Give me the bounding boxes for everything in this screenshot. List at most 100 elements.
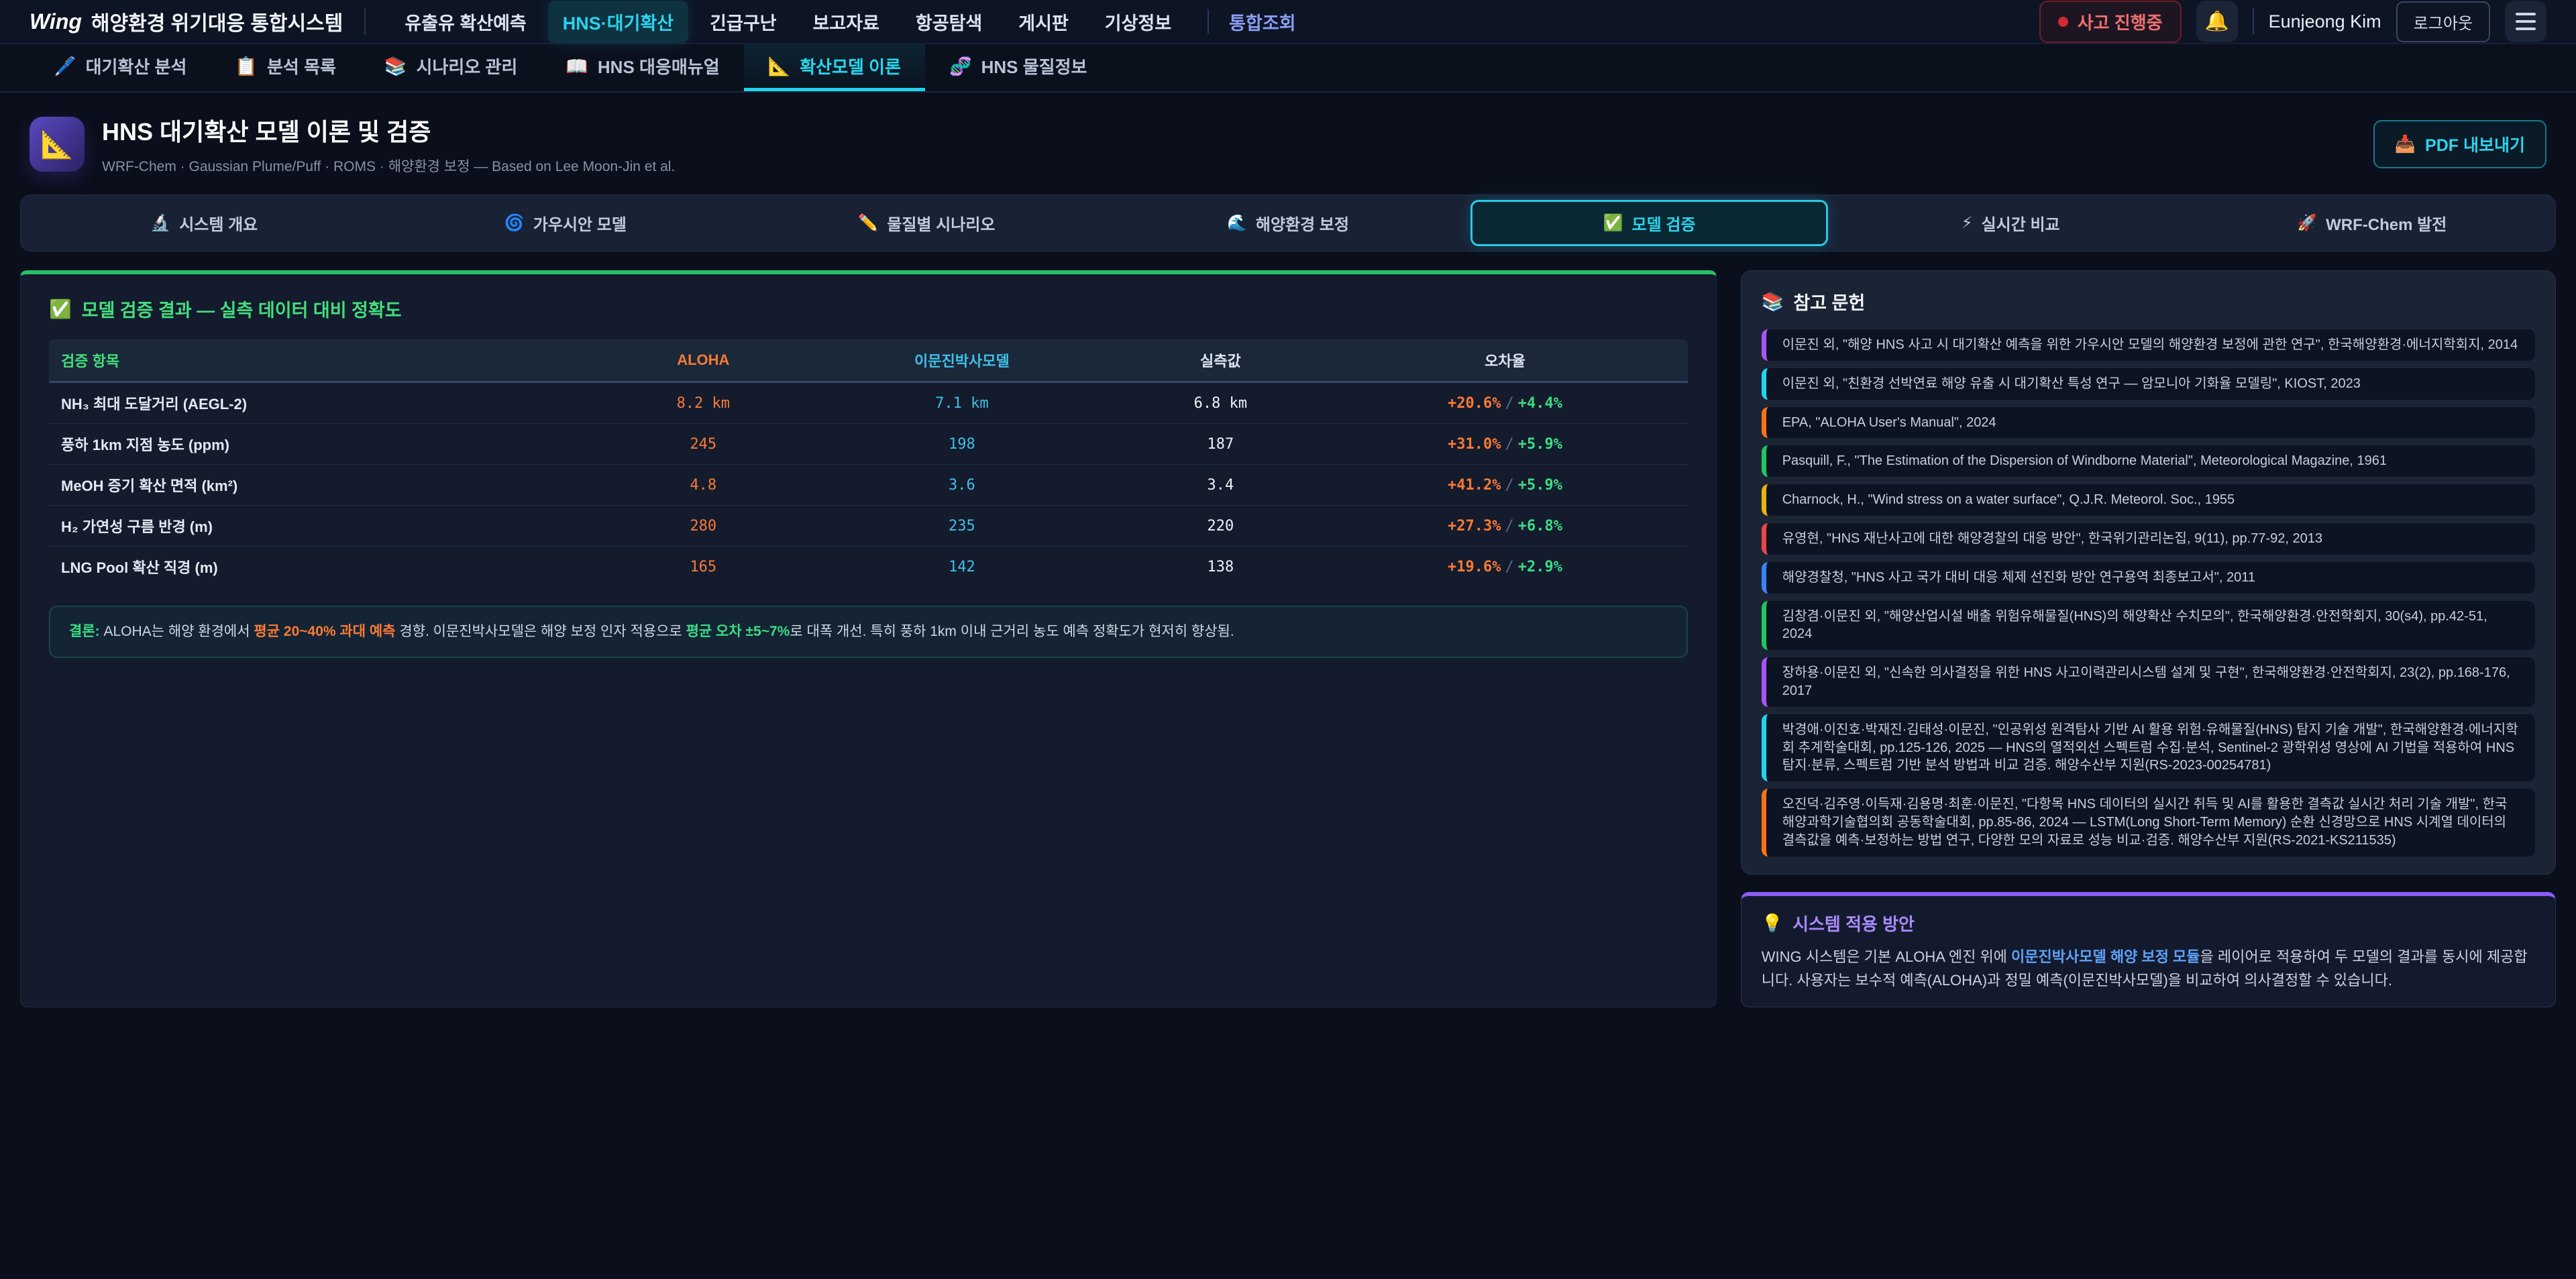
cell-aloha: 245	[601, 424, 805, 465]
cell-lee-model: 142	[805, 547, 1118, 588]
main-nav-item[interactable]: 유출유 확산예측	[390, 1, 541, 43]
books-icon: 📚	[384, 56, 407, 77]
reference-text: 김창겸·이문진 외, "해양산업시설 배출 위험유해물질(HNS)의 해양확산 …	[1782, 608, 2519, 644]
table-header-row: 검증 항목ALOHA이문진박사모델실측값오차율	[49, 339, 1688, 382]
header-right: 사고 진행중 🔔 Eunjeong Kim 로그아웃	[2039, 1, 2546, 43]
main-nav-item-label: 유출유 확산예측	[405, 9, 526, 35]
tab[interactable]: ✅ 모델 검증	[1470, 200, 1828, 246]
application-body: WING 시스템은 기본 ALOHA 엔진 위에 이문진박사모델 해양 보정 모…	[1762, 945, 2535, 992]
column-header: ALOHA	[601, 339, 805, 382]
tab[interactable]: 🌀 가우시안 모델	[387, 200, 745, 246]
check-icon: ✅	[49, 298, 72, 320]
main-nav-item[interactable]: 보고자료	[798, 1, 894, 43]
subnav-item[interactable]: 🖊️ 대기확산 분석	[30, 44, 211, 91]
page-icon-box: 📐	[30, 117, 85, 172]
subnav-item-label: 시나리오 관리	[417, 54, 518, 78]
cell-item: LNG Pool 확산 직경 (m)	[49, 547, 601, 588]
reference-item: 해양경찰청, "HNS 사고 국가 대비 대응 체제 선진화 방안 연구용역 최…	[1762, 562, 2535, 594]
main-nav-item[interactable]: 기상정보	[1090, 1, 1186, 43]
subnav-item[interactable]: 📋 분석 목록	[211, 44, 360, 91]
reference-text: 이문진 외, "해양 HNS 사고 시 대기확산 예측을 위한 가우시안 모델의…	[1782, 336, 2518, 354]
cell-error-rate: +41.2%/+5.9%	[1322, 465, 1687, 506]
main-nav-item[interactable]: HNS·대기확산	[548, 1, 688, 43]
conclusion-note: 결론: ALOHA는 해양 환경에서 평균 20~40% 과대 예측 경향. 이…	[49, 606, 1688, 658]
reference-text: Pasquill, F., "The Estimation of the Dis…	[1782, 452, 2387, 470]
subnav-item[interactable]: 📚 시나리오 관리	[360, 44, 541, 91]
right-column: 📚 참고 문헌 이문진 외, "해양 HNS 사고 시 대기확산 예측을 위한 …	[1741, 270, 2556, 1007]
notifications-button[interactable]: 🔔	[2196, 1, 2238, 42]
main-nav-item[interactable]: 게시판	[1004, 1, 1083, 43]
incident-dot-icon	[2058, 17, 2068, 27]
main-nav-item[interactable]: 항공탐색	[901, 1, 997, 43]
reference-item: 오진덕·김주영·이득재·김용명·최훈·이문진, "다항목 HNS 데이터의 실시…	[1762, 789, 2535, 856]
tab[interactable]: 🌊 해양환경 보정	[1110, 200, 1467, 246]
tab[interactable]: 🔬 시스템 개요	[25, 200, 383, 246]
table-row: 풍하 1km 지점 농도 (ppm) 245 198 187 +31.0%/+5…	[49, 424, 1688, 465]
open-book-icon: 📖	[566, 56, 588, 77]
tab-label: WRF-Chem 발전	[2326, 211, 2447, 235]
tab[interactable]: ⚡ 실시간 비교	[1832, 200, 2190, 246]
page-subtitle: WRF-Chem · Gaussian Plume/Puff · ROMS · …	[102, 156, 675, 176]
cell-aloha: 4.8	[601, 465, 805, 506]
bell-icon: 🔔	[2205, 10, 2229, 33]
pdf-export-button[interactable]: 📥 PDF 내보내기	[2373, 120, 2546, 168]
theory-tab-bar: 🔬 시스템 개요 🌀 가우시안 모델 ✏️ 물질별 시나리오 🌊 해양환경 보정…	[20, 194, 2556, 252]
reference-item: 장하용·이문진 외, "신속한 의사결정을 위한 HNS 사고이력관리시스템 설…	[1762, 657, 2535, 707]
subnav-item[interactable]: 📖 HNS 대응매뉴얼	[541, 44, 743, 91]
main-nav-item[interactable]: 통합조회	[1193, 1, 1310, 43]
clipboard-icon: 📋	[235, 56, 258, 77]
reference-item: 이문진 외, "해양 HNS 사고 시 대기확산 예측을 위한 가우시안 모델의…	[1762, 329, 2535, 361]
microscope-icon: 🔬	[150, 213, 170, 233]
cell-error-rate: +31.0%/+5.9%	[1322, 424, 1687, 465]
app-logo: Wing 해양환경 위기대응 통합시스템	[30, 7, 343, 36]
subnav-item[interactable]: 📐 확산모델 이론	[744, 44, 925, 91]
menu-button[interactable]	[2505, 1, 2546, 42]
lightning-icon: ⚡	[1962, 213, 1973, 233]
cell-lee-model: 3.6	[805, 465, 1118, 506]
logo-wing-mark: Wing	[30, 9, 82, 34]
tab-label: 시스템 개요	[179, 211, 258, 235]
cell-item: 풍하 1km 지점 농도 (ppm)	[49, 424, 601, 465]
references-list: 이문진 외, "해양 HNS 사고 시 대기확산 예측을 위한 가우시안 모델의…	[1762, 329, 2535, 856]
reference-item: 이문진 외, "친환경 선박연료 해양 유출 시 대기확산 특성 연구 — 암모…	[1762, 368, 2535, 400]
cell-error-rate: +19.6%/+2.9%	[1322, 547, 1687, 588]
cell-error-rate: +27.3%/+6.8%	[1322, 506, 1687, 547]
reference-item: Charnock, H., "Wind stress on a water su…	[1762, 484, 2535, 516]
cell-error-rate: +20.6%/+4.4%	[1322, 382, 1687, 424]
triangular-ruler-icon: 📐	[768, 56, 791, 77]
verification-title-text: 모델 검증 결과 — 실측 데이터 대비 정확도	[82, 296, 402, 322]
cell-aloha: 280	[601, 506, 805, 547]
cell-lee-model: 7.1 km	[805, 382, 1118, 424]
application-title: 💡 시스템 적용 방안	[1762, 911, 2535, 936]
column-header: 오차율	[1322, 339, 1687, 382]
logout-button[interactable]: 로그아웃	[2396, 1, 2490, 42]
reference-text: Charnock, H., "Wind stress on a water su…	[1782, 491, 2235, 509]
main-nav: 유출유 확산예측 HNS·대기확산 긴급구난 보고자료 항공탐색 게시판 기상정…	[390, 1, 1310, 43]
main-nav-item-label: 보고자료	[813, 9, 879, 35]
column-header: 검증 항목	[49, 339, 601, 382]
main-nav-item-label: 게시판	[1018, 9, 1069, 35]
tab[interactable]: ✏️ 물질별 시나리오	[748, 200, 1106, 246]
table-body: NH₃ 최대 도달거리 (AEGL-2) 8.2 km 7.1 km 6.8 k…	[49, 382, 1688, 588]
reference-item: 박경애·이진호·박재진·김태성·이문진, "인공위성 원격탐사 기반 AI 활용…	[1762, 714, 2535, 781]
hamburger-icon	[2516, 13, 2536, 15]
main-nav-item[interactable]: 긴급구난	[695, 1, 791, 43]
reference-item: Pasquill, F., "The Estimation of the Dis…	[1762, 445, 2535, 477]
incident-status-badge[interactable]: 사고 진행중	[2039, 1, 2182, 43]
lightbulb-icon: 💡	[1762, 913, 1783, 934]
top-header: Wing 해양환경 위기대응 통합시스템 유출유 확산예측 HNS·대기확산 긴…	[0, 0, 2576, 44]
cell-measured: 220	[1119, 506, 1323, 547]
subnav-item[interactable]: 🧬 HNS 물질정보	[925, 44, 1111, 91]
pdf-export-label: PDF 내보내기	[2425, 132, 2525, 156]
cell-measured: 6.8 km	[1119, 382, 1323, 424]
cell-item: H₂ 가연성 구름 반경 (m)	[49, 506, 601, 547]
reference-text: 이문진 외, "친환경 선박연료 해양 유출 시 대기확산 특성 연구 — 암모…	[1782, 375, 2361, 393]
reference-item: EPA, "ALOHA User's Manual", 2024	[1762, 407, 2535, 439]
cyclone-icon: 🌀	[504, 213, 525, 233]
subnav-item-label: 분석 목록	[267, 54, 336, 78]
column-header: 이문진박사모델	[805, 339, 1118, 382]
tab[interactable]: 🚀 WRF-Chem 발전	[2193, 200, 2551, 246]
pen-icon: 🖊️	[54, 56, 76, 77]
main-content: ✅ 모델 검증 결과 — 실측 데이터 대비 정확도 검증 항목ALOHA이문진…	[0, 252, 2576, 1007]
cell-item: MeOH 증기 확산 면적 (km²)	[49, 465, 601, 506]
